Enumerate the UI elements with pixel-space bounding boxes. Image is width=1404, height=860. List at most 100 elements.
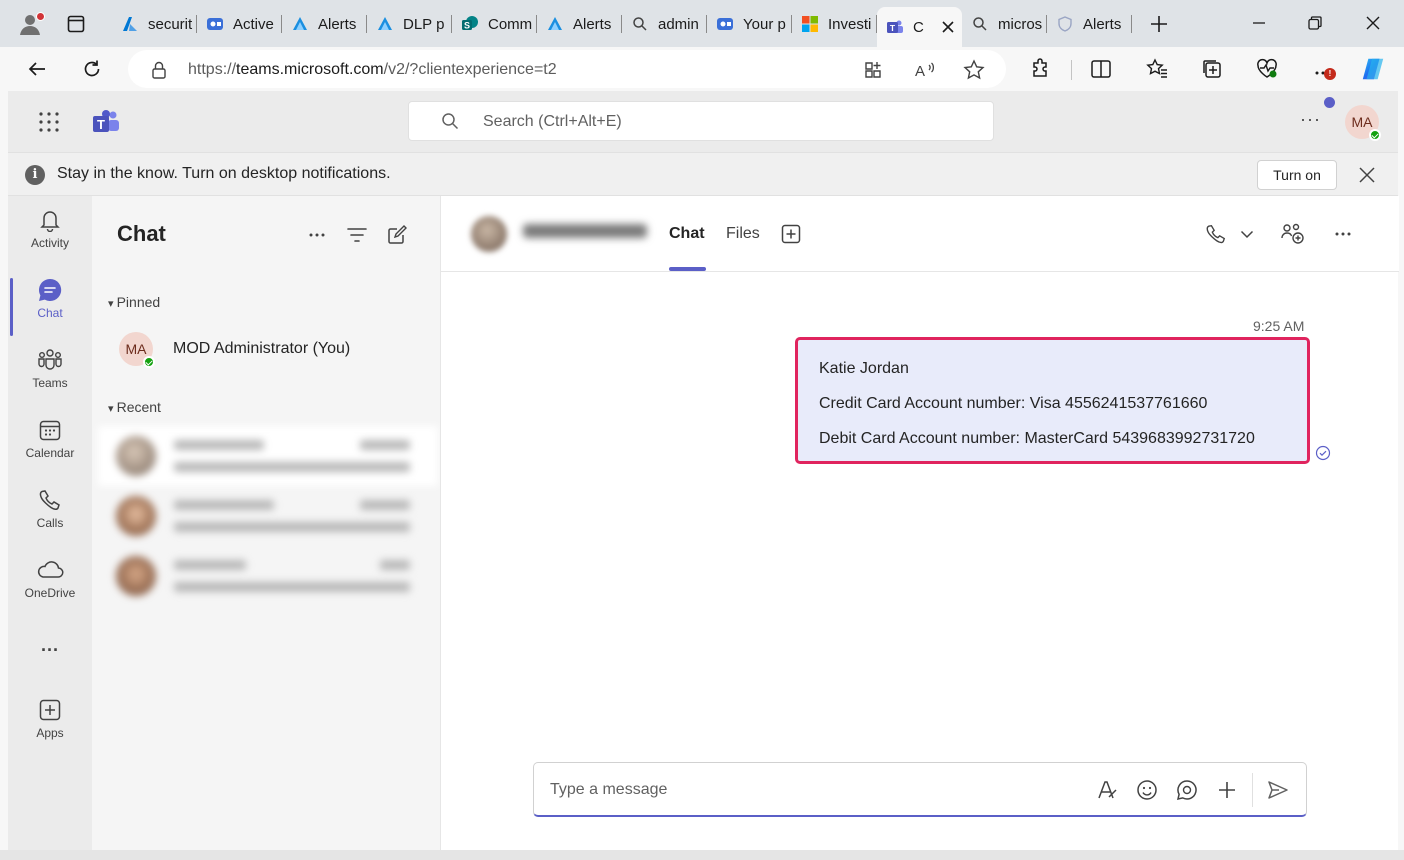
blurred-text bbox=[174, 500, 274, 510]
app-available-icon[interactable] bbox=[862, 59, 884, 81]
turn-on-button[interactable]: Turn on bbox=[1257, 160, 1337, 190]
copilot-icon[interactable] bbox=[1360, 56, 1386, 82]
chat-list-item-recent[interactable] bbox=[98, 546, 438, 606]
read-aloud-icon[interactable]: A bbox=[914, 59, 936, 81]
browser-tab[interactable]: Active bbox=[197, 7, 282, 41]
teams-people-icon bbox=[36, 346, 64, 374]
tab-actions-icon[interactable] bbox=[62, 10, 90, 38]
rail-label: Apps bbox=[36, 726, 64, 740]
chat-list-pane: Chat Pinned MA MOD Administrator (You) R… bbox=[92, 196, 440, 850]
avatar[interactable]: MA bbox=[1345, 105, 1381, 141]
refresh-icon[interactable] bbox=[77, 54, 107, 84]
chat-list-item-recent[interactable] bbox=[98, 426, 438, 486]
rail-label: Chat bbox=[37, 306, 63, 320]
microsoft-logo-icon bbox=[800, 14, 820, 34]
browser-tab[interactable]: Investi bbox=[792, 7, 877, 41]
rail-item-apps[interactable]: Apps bbox=[8, 696, 92, 756]
call-icon[interactable] bbox=[1204, 222, 1228, 246]
browser-tab[interactable]: Your p bbox=[707, 7, 792, 41]
contact-avatar[interactable] bbox=[471, 216, 507, 252]
teams-search-box[interactable]: Search (Ctrl+Alt+E) bbox=[408, 101, 994, 141]
chevron-down-icon[interactable] bbox=[1235, 222, 1259, 246]
profile-icon[interactable] bbox=[14, 8, 46, 40]
compose-box[interactable] bbox=[533, 762, 1307, 817]
browser-tab-label: C bbox=[913, 18, 924, 36]
more-options-icon[interactable] bbox=[306, 224, 328, 246]
teams-logo-icon: T bbox=[92, 109, 120, 135]
close-icon[interactable] bbox=[1356, 164, 1378, 186]
search-icon bbox=[441, 112, 459, 130]
lock-icon[interactable] bbox=[148, 59, 170, 81]
rail-item-chat[interactable]: Chat bbox=[8, 276, 92, 336]
favorites-icon[interactable] bbox=[1144, 56, 1170, 82]
presence-available-icon bbox=[1369, 129, 1381, 141]
rail-item-teams[interactable]: Teams bbox=[8, 346, 92, 406]
contact-name-blurred[interactable] bbox=[523, 224, 647, 238]
send-icon[interactable] bbox=[1266, 778, 1290, 802]
browser-tab[interactable]: Alerts bbox=[282, 7, 367, 41]
add-icon[interactable] bbox=[1215, 778, 1239, 802]
settings-more-icon[interactable]: ··· bbox=[1300, 109, 1321, 130]
contact-photo bbox=[116, 556, 156, 596]
browser-tab[interactable]: securit bbox=[112, 7, 197, 41]
rail-item-calendar[interactable]: Calendar bbox=[8, 416, 92, 476]
browser-tab-active[interactable]: T C bbox=[877, 7, 962, 47]
emoji-icon[interactable] bbox=[1135, 778, 1159, 802]
chat-list-item-recent[interactable] bbox=[98, 486, 438, 546]
rail-item-onedrive[interactable]: OneDrive bbox=[8, 556, 92, 616]
app-launcher-icon[interactable] bbox=[38, 111, 60, 133]
collections-icon[interactable] bbox=[1199, 56, 1225, 82]
loop-component-icon[interactable] bbox=[1175, 778, 1199, 802]
active-tab-indicator bbox=[669, 267, 706, 271]
address-bar[interactable]: https://teams.microsoft.com/v2/?clientex… bbox=[128, 50, 1006, 88]
message-input[interactable] bbox=[550, 779, 1070, 801]
browser-tab[interactable]: micros bbox=[962, 7, 1047, 41]
tab-chat[interactable]: Chat bbox=[669, 225, 705, 243]
read-receipt-icon bbox=[1315, 445, 1331, 461]
browser-tab[interactable]: Alerts bbox=[537, 7, 622, 41]
search-icon bbox=[970, 14, 990, 34]
close-tab-icon[interactable] bbox=[942, 21, 954, 33]
browser-tab[interactable]: Alerts bbox=[1047, 7, 1132, 41]
app-rail: Activity Chat Teams Calendar Calls OneDr… bbox=[8, 196, 92, 850]
settings-more-icon[interactable]: ! bbox=[1310, 56, 1336, 82]
rail-label: Teams bbox=[32, 376, 68, 390]
rail-item-activity[interactable]: Activity bbox=[8, 206, 92, 266]
new-chat-icon[interactable] bbox=[386, 224, 408, 246]
more-options-icon[interactable] bbox=[1331, 222, 1355, 246]
split-screen-icon[interactable] bbox=[1088, 56, 1114, 82]
browser-essentials-icon[interactable] bbox=[1254, 56, 1280, 82]
browser-tab[interactable]: S Comm bbox=[452, 7, 537, 41]
minimize-icon[interactable] bbox=[1244, 8, 1274, 38]
browser-tab[interactable]: DLP p bbox=[367, 7, 452, 41]
rail-item-calls[interactable]: Calls bbox=[8, 486, 92, 546]
browser-tab[interactable]: admin bbox=[622, 7, 707, 41]
add-tab-icon[interactable] bbox=[779, 222, 803, 246]
filter-icon[interactable] bbox=[346, 224, 368, 246]
close-window-icon[interactable] bbox=[1358, 8, 1388, 38]
recent-section-header[interactable]: Recent bbox=[108, 399, 161, 415]
chat-list-item-pinned[interactable]: MA MOD Administrator (You) bbox=[92, 326, 440, 372]
rail-label: Calendar bbox=[25, 446, 75, 460]
add-square-icon bbox=[36, 696, 64, 724]
tab-files[interactable]: Files bbox=[726, 225, 760, 243]
alert-badge: ! bbox=[1324, 68, 1336, 80]
add-people-icon[interactable] bbox=[1281, 222, 1305, 246]
favorite-star-icon[interactable] bbox=[963, 59, 985, 81]
rail-label: OneDrive bbox=[24, 586, 76, 600]
back-icon[interactable] bbox=[22, 54, 52, 84]
blurred-text bbox=[174, 522, 410, 532]
browser-tab-label: Your p bbox=[743, 15, 786, 33]
rail-item-more[interactable]: ··· bbox=[8, 636, 92, 696]
pinned-section-header[interactable]: Pinned bbox=[108, 294, 161, 310]
restore-icon[interactable] bbox=[1300, 8, 1330, 38]
compose-divider bbox=[1252, 773, 1253, 807]
banner-message: Stay in the know. Turn on desktop notifi… bbox=[57, 165, 391, 182]
message-bubble[interactable]: Katie Jordan Credit Card Account number:… bbox=[795, 337, 1310, 464]
directory-icon bbox=[715, 14, 735, 34]
extensions-icon[interactable] bbox=[1028, 56, 1054, 82]
message-line: Credit Card Account number: Visa 4556241… bbox=[819, 395, 1208, 412]
new-tab-button[interactable] bbox=[1145, 10, 1173, 38]
format-icon[interactable] bbox=[1095, 778, 1119, 802]
shield-icon bbox=[1055, 14, 1075, 34]
